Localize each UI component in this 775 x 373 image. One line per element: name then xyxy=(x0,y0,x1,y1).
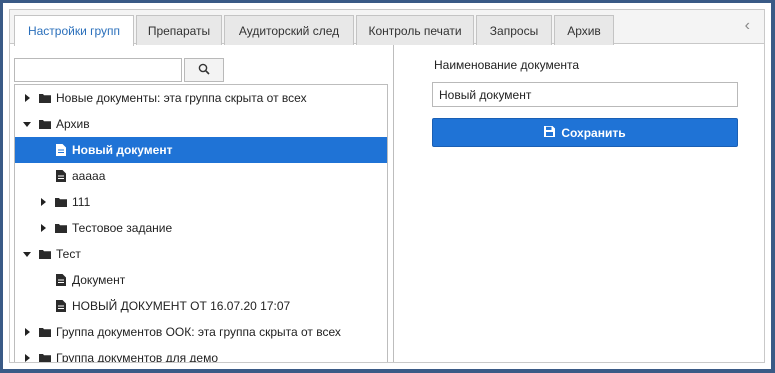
save-icon xyxy=(544,125,556,140)
save-button-label: Сохранить xyxy=(561,125,626,140)
search-icon xyxy=(198,63,210,78)
tree-node-label: ааааа xyxy=(72,169,106,183)
caret-right-icon[interactable] xyxy=(23,328,31,336)
folder-icon xyxy=(55,196,67,208)
tree-node-label: Новые документы: эта группа скрыта от вс… xyxy=(56,91,307,105)
document-icon xyxy=(55,300,67,312)
tree-node-label: Документ xyxy=(72,273,126,287)
caret-right-icon[interactable] xyxy=(23,354,31,362)
tab-audit-trail[interactable]: Аудиторский след xyxy=(224,15,354,45)
save-button[interactable]: Сохранить xyxy=(432,118,738,147)
tree-node[interactable]: НОВЫЙ ДОКУМЕНТ ОТ 16.07.20 17:07 xyxy=(15,293,387,319)
window-frame: Настройки групп Препараты Аудиторский сл… xyxy=(0,0,775,373)
tree-node[interactable]: Группа документов ООК: эта группа скрыта… xyxy=(15,319,387,345)
tree-node-label: Тестовое задание xyxy=(72,221,173,235)
document-icon xyxy=(55,144,67,156)
tree-node[interactable]: Тестовое задание xyxy=(15,215,387,241)
folder-icon xyxy=(39,92,51,104)
caret-down-icon[interactable] xyxy=(23,250,31,258)
document-tree: Новые документы: эта группа скрыта от вс… xyxy=(14,84,388,362)
folder-icon xyxy=(39,118,51,130)
folder-icon xyxy=(39,352,51,362)
tab-requests[interactable]: Запросы xyxy=(476,15,552,45)
tree-node-label: 111 xyxy=(72,195,91,209)
document-name-label: Наименование документа xyxy=(434,58,580,72)
tree-panel: Новые документы: эта группа скрыта от вс… xyxy=(10,45,394,362)
tree-node[interactable]: Документ xyxy=(15,267,387,293)
caret-right-icon[interactable] xyxy=(39,224,47,232)
tree-node[interactable]: ааааа xyxy=(15,163,387,189)
caret-right-icon[interactable] xyxy=(39,198,47,206)
main-panel: Настройки групп Препараты Аудиторский сл… xyxy=(9,9,765,363)
tree-node-selected[interactable]: Новый документ xyxy=(15,137,387,163)
folder-icon xyxy=(55,222,67,234)
tab-bar: Настройки групп Препараты Аудиторский сл… xyxy=(10,10,764,46)
folder-icon xyxy=(39,248,51,260)
tree-node[interactable]: Новые документы: эта группа скрыта от вс… xyxy=(15,85,387,111)
tree-node-label: Новый документ xyxy=(72,143,173,157)
tree-node[interactable]: Группа документов для демо xyxy=(15,345,387,362)
document-name-input[interactable]: Новый документ xyxy=(432,82,738,107)
tab-print-control[interactable]: Контроль печати xyxy=(356,15,474,45)
tree-node[interactable]: Тест xyxy=(15,241,387,267)
tree-node-label: Архив xyxy=(56,117,90,131)
tab-group-settings[interactable]: Настройки групп xyxy=(14,15,134,46)
tree-node-label: НОВЫЙ ДОКУМЕНТ ОТ 16.07.20 17:07 xyxy=(72,299,291,313)
search-button[interactable] xyxy=(184,58,224,82)
tree-node-label: Группа документов для демо xyxy=(56,351,219,362)
folder-icon xyxy=(39,326,51,338)
document-icon xyxy=(55,274,67,286)
tree-node[interactable]: Архив xyxy=(15,111,387,137)
document-icon xyxy=(55,170,67,182)
tab-archive[interactable]: Архив xyxy=(554,15,614,45)
caret-down-icon[interactable] xyxy=(23,120,31,128)
tree-node-label: Тест xyxy=(56,247,81,261)
tree-node[interactable]: 111 xyxy=(15,189,387,215)
caret-right-icon[interactable] xyxy=(23,94,31,102)
tab-drugs[interactable]: Препараты xyxy=(136,15,222,45)
chevron-left-icon[interactable]: ‹ xyxy=(745,18,750,34)
search-input[interactable] xyxy=(14,58,182,82)
tree-node-label: Группа документов ООК: эта группа скрыта… xyxy=(56,325,341,339)
